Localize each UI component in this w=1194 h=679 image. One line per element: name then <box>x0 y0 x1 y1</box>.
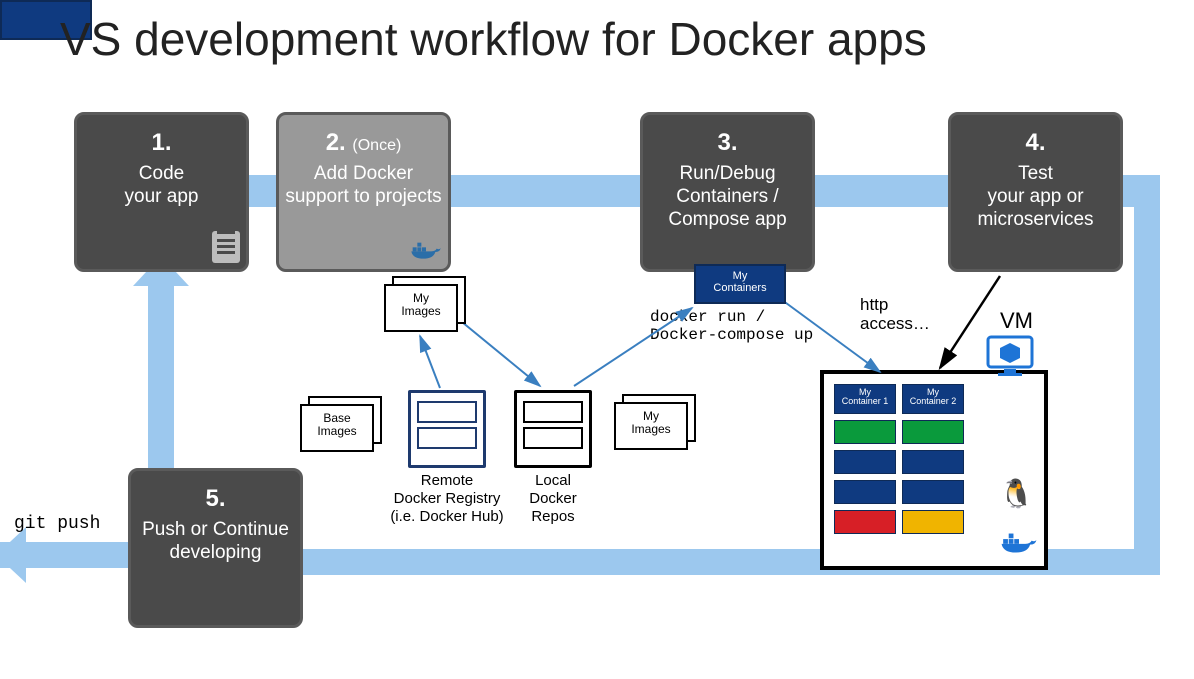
step-4-number: 4. <box>957 129 1114 157</box>
step-2-add-docker-support: 2. (Once) Add Docker support to projects <box>276 112 451 272</box>
card-front: My Images <box>384 284 458 332</box>
card-front: Base Images <box>300 404 374 452</box>
step-5-push-continue: 5. Push or Continue developing <box>128 468 303 628</box>
my-containers-chip: My Containers <box>694 264 786 304</box>
step-1-text: Code your app <box>83 163 240 209</box>
step-2-num-value: 2. <box>326 129 346 156</box>
step-4-test: 4. Test your app or microservices <box>948 112 1123 272</box>
step-1-number: 1. <box>83 129 240 157</box>
step-3-text: Run/Debug Containers / Compose app <box>649 163 806 231</box>
card-front: My Images <box>614 402 688 450</box>
step-2-once: (Once) <box>352 137 401 154</box>
step-1-code-app: 1. Code your app <box>74 112 249 272</box>
step-3-number: 3. <box>649 129 806 157</box>
document-icon <box>212 231 240 263</box>
step-3-run-debug: 3. Run/Debug Containers / Compose app <box>640 112 815 272</box>
docker-whale-icon <box>410 237 442 263</box>
step-4-text: Test your app or microservices <box>957 163 1114 231</box>
step-5-number: 5. <box>137 485 294 513</box>
step-5-text: Push or Continue developing <box>137 519 294 565</box>
step-2-number: 2. (Once) <box>285 129 442 157</box>
step-2-text: Add Docker support to projects <box>285 163 442 209</box>
vm-monitor-icon <box>986 335 1034 384</box>
